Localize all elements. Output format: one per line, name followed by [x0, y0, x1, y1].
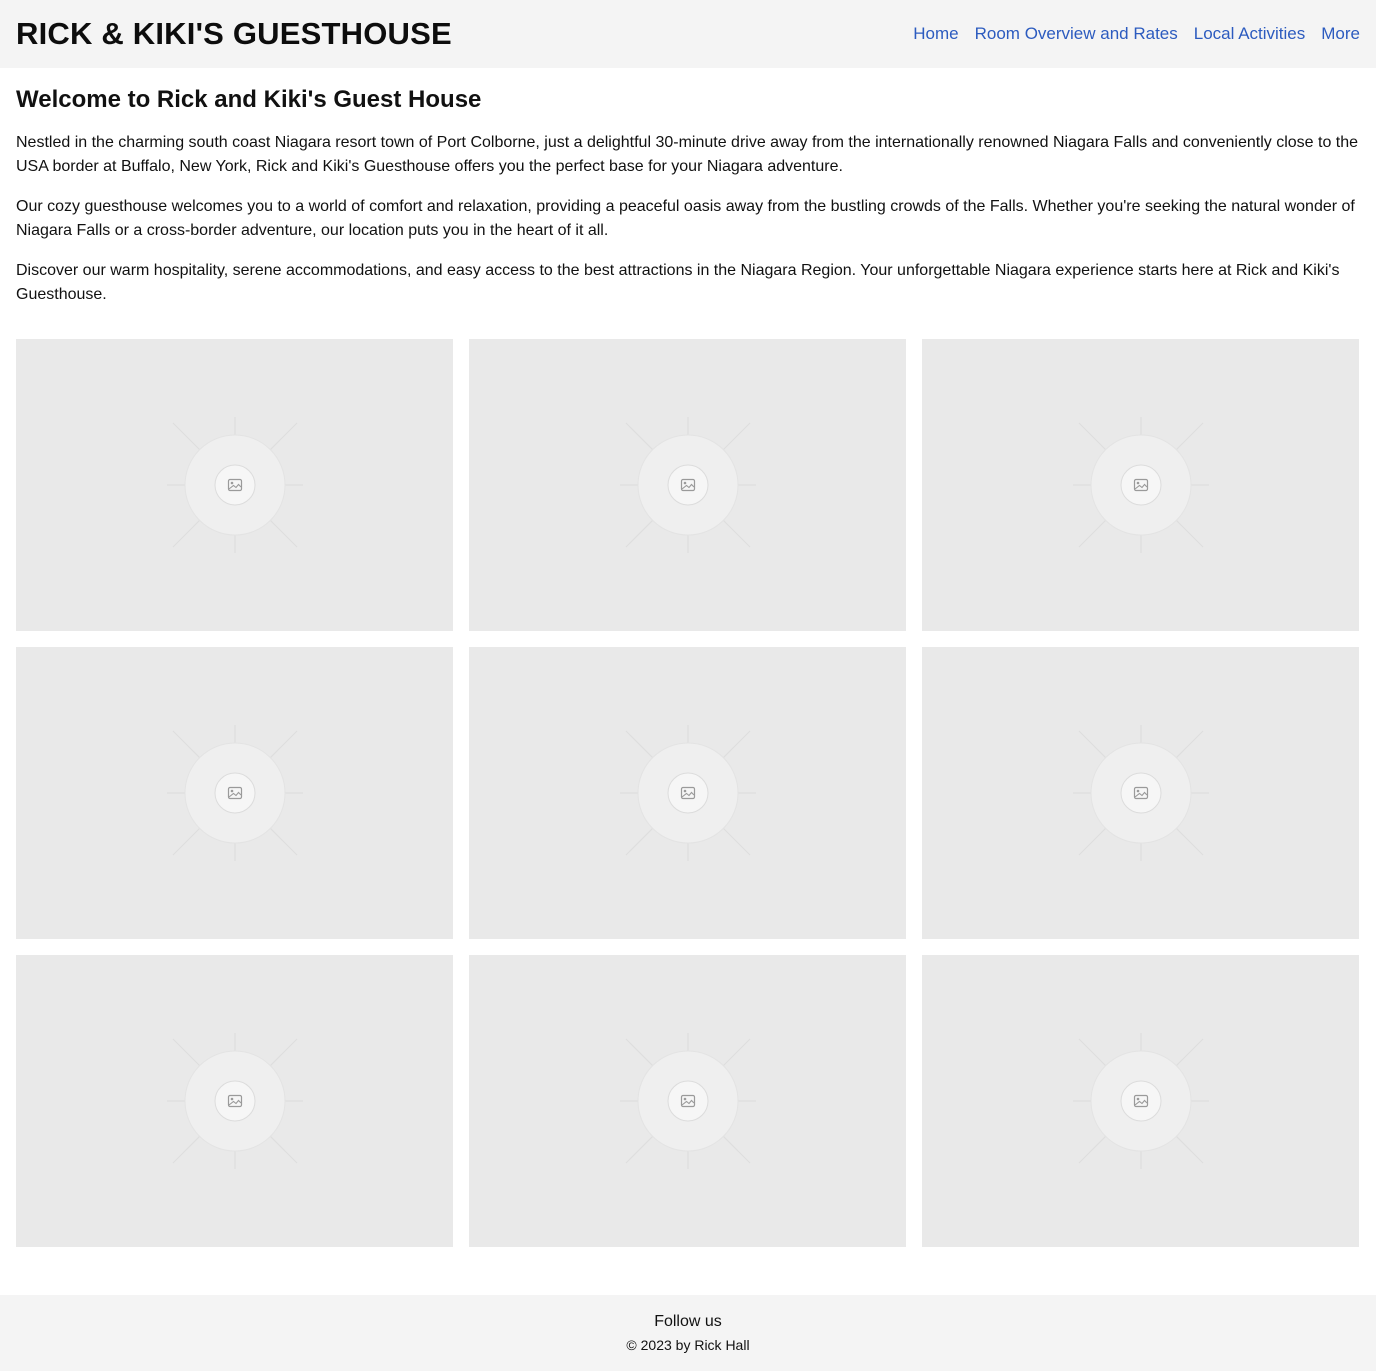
- gallery-image[interactable]: [922, 339, 1359, 631]
- nav-more-link[interactable]: More: [1321, 24, 1360, 44]
- page-heading: Welcome to Rick and Kiki's Guest House: [16, 86, 482, 113]
- gallery-image[interactable]: [16, 339, 453, 631]
- gallery-image[interactable]: [469, 955, 906, 1247]
- site-header: RICK & KIKI'S GUESTHOUSE Home Room Overv…: [0, 0, 1376, 68]
- main-nav: Home Room Overview and Rates Local Activ…: [913, 24, 1360, 44]
- gallery-image[interactable]: [922, 647, 1359, 939]
- nav-activities-link[interactable]: Local Activities: [1194, 24, 1306, 44]
- site-footer: Follow us © 2023 by Rick Hall: [0, 1295, 1376, 1371]
- gallery-image[interactable]: [469, 647, 906, 939]
- comfort-paragraph: Our cozy guesthouse welcomes you to a wo…: [16, 198, 1355, 239]
- nav-rooms-link[interactable]: Room Overview and Rates: [975, 24, 1178, 44]
- copyright-text: © 2023 by Rick Hall: [626, 1337, 750, 1353]
- site-title: RICK & KIKI'S GUESTHOUSE: [16, 16, 452, 51]
- photo-gallery: [16, 339, 1360, 1247]
- gallery-image[interactable]: [469, 339, 906, 631]
- intro-paragraph: Nestled in the charming south coast Niag…: [16, 134, 1359, 175]
- gallery-image[interactable]: [16, 647, 453, 939]
- gallery-image[interactable]: [922, 955, 1359, 1247]
- gallery-image[interactable]: [16, 955, 453, 1247]
- hospitality-paragraph: Discover our warm hospitality, serene ac…: [16, 262, 1340, 303]
- main-content: Welcome to Rick and Kiki's Guest House N…: [0, 68, 1376, 1247]
- follow-us-text: Follow us: [654, 1313, 722, 1330]
- nav-home-link[interactable]: Home: [913, 24, 958, 44]
